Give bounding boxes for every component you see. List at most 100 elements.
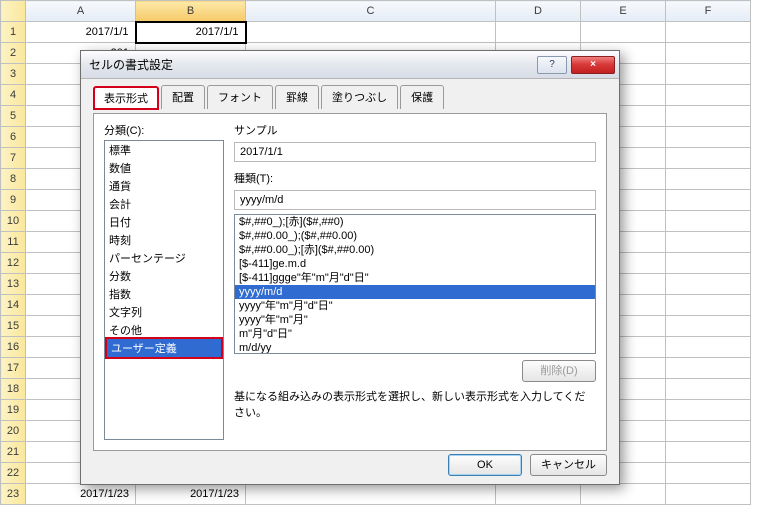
- cell[interactable]: [666, 337, 751, 358]
- cell[interactable]: 2017/1/23: [26, 484, 136, 505]
- cell[interactable]: [666, 169, 751, 190]
- row-header[interactable]: 19: [1, 400, 26, 421]
- tab-fill[interactable]: 塗りつぶし: [321, 85, 398, 109]
- row-header[interactable]: 14: [1, 295, 26, 316]
- type-item[interactable]: [$-411]ggge"年"m"月"d"日": [235, 271, 595, 285]
- row-header[interactable]: 16: [1, 337, 26, 358]
- cell[interactable]: [666, 358, 751, 379]
- help-button[interactable]: ?: [537, 56, 567, 74]
- cell[interactable]: [666, 22, 751, 43]
- category-item[interactable]: 文字列: [105, 303, 223, 321]
- category-label: 分類(C):: [104, 122, 224, 138]
- cell[interactable]: [666, 148, 751, 169]
- tab-border[interactable]: 罫線: [275, 85, 319, 109]
- delete-button[interactable]: 削除(D): [522, 360, 596, 382]
- type-item[interactable]: yyyy/m/d: [235, 285, 595, 299]
- type-item[interactable]: m/d/yy: [235, 341, 595, 354]
- cell[interactable]: [496, 484, 581, 505]
- row-header[interactable]: 7: [1, 148, 26, 169]
- corner-header[interactable]: [1, 1, 26, 22]
- tab-number-format[interactable]: 表示形式: [93, 86, 159, 110]
- cell[interactable]: [666, 484, 751, 505]
- type-list[interactable]: $#,##0_);[赤]($#,##0)$#,##0.00_);($#,##0.…: [234, 214, 596, 354]
- cell[interactable]: [666, 190, 751, 211]
- close-button[interactable]: ×: [571, 56, 615, 74]
- row-header[interactable]: 11: [1, 232, 26, 253]
- cell[interactable]: [666, 421, 751, 442]
- row-header[interactable]: 6: [1, 127, 26, 148]
- row-header[interactable]: 20: [1, 421, 26, 442]
- cell[interactable]: 2017/1/1: [26, 22, 136, 43]
- cell[interactable]: [666, 64, 751, 85]
- tab-font[interactable]: フォント: [207, 85, 273, 109]
- cell[interactable]: [666, 274, 751, 295]
- cell[interactable]: [666, 442, 751, 463]
- col-header-d[interactable]: D: [496, 1, 581, 22]
- cell[interactable]: [246, 484, 496, 505]
- cell[interactable]: [581, 484, 666, 505]
- type-item[interactable]: $#,##0.00_);[赤]($#,##0.00): [235, 243, 595, 257]
- col-header-f[interactable]: F: [666, 1, 751, 22]
- cell[interactable]: [666, 379, 751, 400]
- category-item[interactable]: 数値: [105, 159, 223, 177]
- type-item[interactable]: $#,##0.00_);($#,##0.00): [235, 229, 595, 243]
- category-item[interactable]: ユーザー定義: [107, 339, 221, 357]
- category-item[interactable]: 分数: [105, 267, 223, 285]
- category-item[interactable]: 時刻: [105, 231, 223, 249]
- type-item[interactable]: [$-411]ge.m.d: [235, 257, 595, 271]
- col-header-b[interactable]: B: [136, 1, 246, 22]
- category-item[interactable]: 指数: [105, 285, 223, 303]
- row-header[interactable]: 22: [1, 463, 26, 484]
- row-header[interactable]: 4: [1, 85, 26, 106]
- row-header[interactable]: 1: [1, 22, 26, 43]
- cell[interactable]: 2017/1/23: [136, 484, 246, 505]
- type-item[interactable]: m"月"d"日": [235, 327, 595, 341]
- type-input[interactable]: yyyy/m/d: [234, 190, 596, 210]
- category-item[interactable]: 通貨: [105, 177, 223, 195]
- row-header[interactable]: 12: [1, 253, 26, 274]
- category-item[interactable]: 会計: [105, 195, 223, 213]
- row-header[interactable]: 8: [1, 169, 26, 190]
- cell[interactable]: [666, 253, 751, 274]
- row-header[interactable]: 17: [1, 358, 26, 379]
- cell[interactable]: [666, 127, 751, 148]
- type-item[interactable]: $#,##0_);[赤]($#,##0): [235, 215, 595, 229]
- cell[interactable]: [666, 211, 751, 232]
- col-header-e[interactable]: E: [581, 1, 666, 22]
- row-header[interactable]: 3: [1, 64, 26, 85]
- type-item[interactable]: yyyy"年"m"月": [235, 313, 595, 327]
- cell[interactable]: [666, 43, 751, 64]
- cell[interactable]: [581, 22, 666, 43]
- cell[interactable]: [666, 463, 751, 484]
- row-header[interactable]: 21: [1, 442, 26, 463]
- col-header-a[interactable]: A: [26, 1, 136, 22]
- cell[interactable]: 2017/1/1: [136, 22, 246, 43]
- col-header-c[interactable]: C: [246, 1, 496, 22]
- row-header[interactable]: 23: [1, 484, 26, 505]
- cell[interactable]: [666, 232, 751, 253]
- category-item[interactable]: 日付: [105, 213, 223, 231]
- category-item[interactable]: パーセンテージ: [105, 249, 223, 267]
- cell[interactable]: [666, 295, 751, 316]
- cell[interactable]: [666, 106, 751, 127]
- tab-alignment[interactable]: 配置: [161, 85, 205, 109]
- row-header[interactable]: 10: [1, 211, 26, 232]
- cell[interactable]: [496, 22, 581, 43]
- row-header[interactable]: 15: [1, 316, 26, 337]
- row-header[interactable]: 13: [1, 274, 26, 295]
- type-item[interactable]: yyyy"年"m"月"d"日": [235, 299, 595, 313]
- category-item[interactable]: 標準: [105, 141, 223, 159]
- cell[interactable]: [246, 22, 496, 43]
- tab-protection[interactable]: 保護: [400, 85, 444, 109]
- cancel-button[interactable]: キャンセル: [530, 454, 607, 476]
- row-header[interactable]: 2: [1, 43, 26, 64]
- cell[interactable]: [666, 85, 751, 106]
- row-header[interactable]: 9: [1, 190, 26, 211]
- cell[interactable]: [666, 400, 751, 421]
- row-header[interactable]: 5: [1, 106, 26, 127]
- category-list[interactable]: 標準数値通貨会計日付時刻パーセンテージ分数指数文字列その他ユーザー定義: [104, 140, 224, 440]
- dialog-titlebar[interactable]: セルの書式設定 ? ×: [81, 51, 619, 79]
- cell[interactable]: [666, 316, 751, 337]
- row-header[interactable]: 18: [1, 379, 26, 400]
- ok-button[interactable]: OK: [448, 454, 522, 476]
